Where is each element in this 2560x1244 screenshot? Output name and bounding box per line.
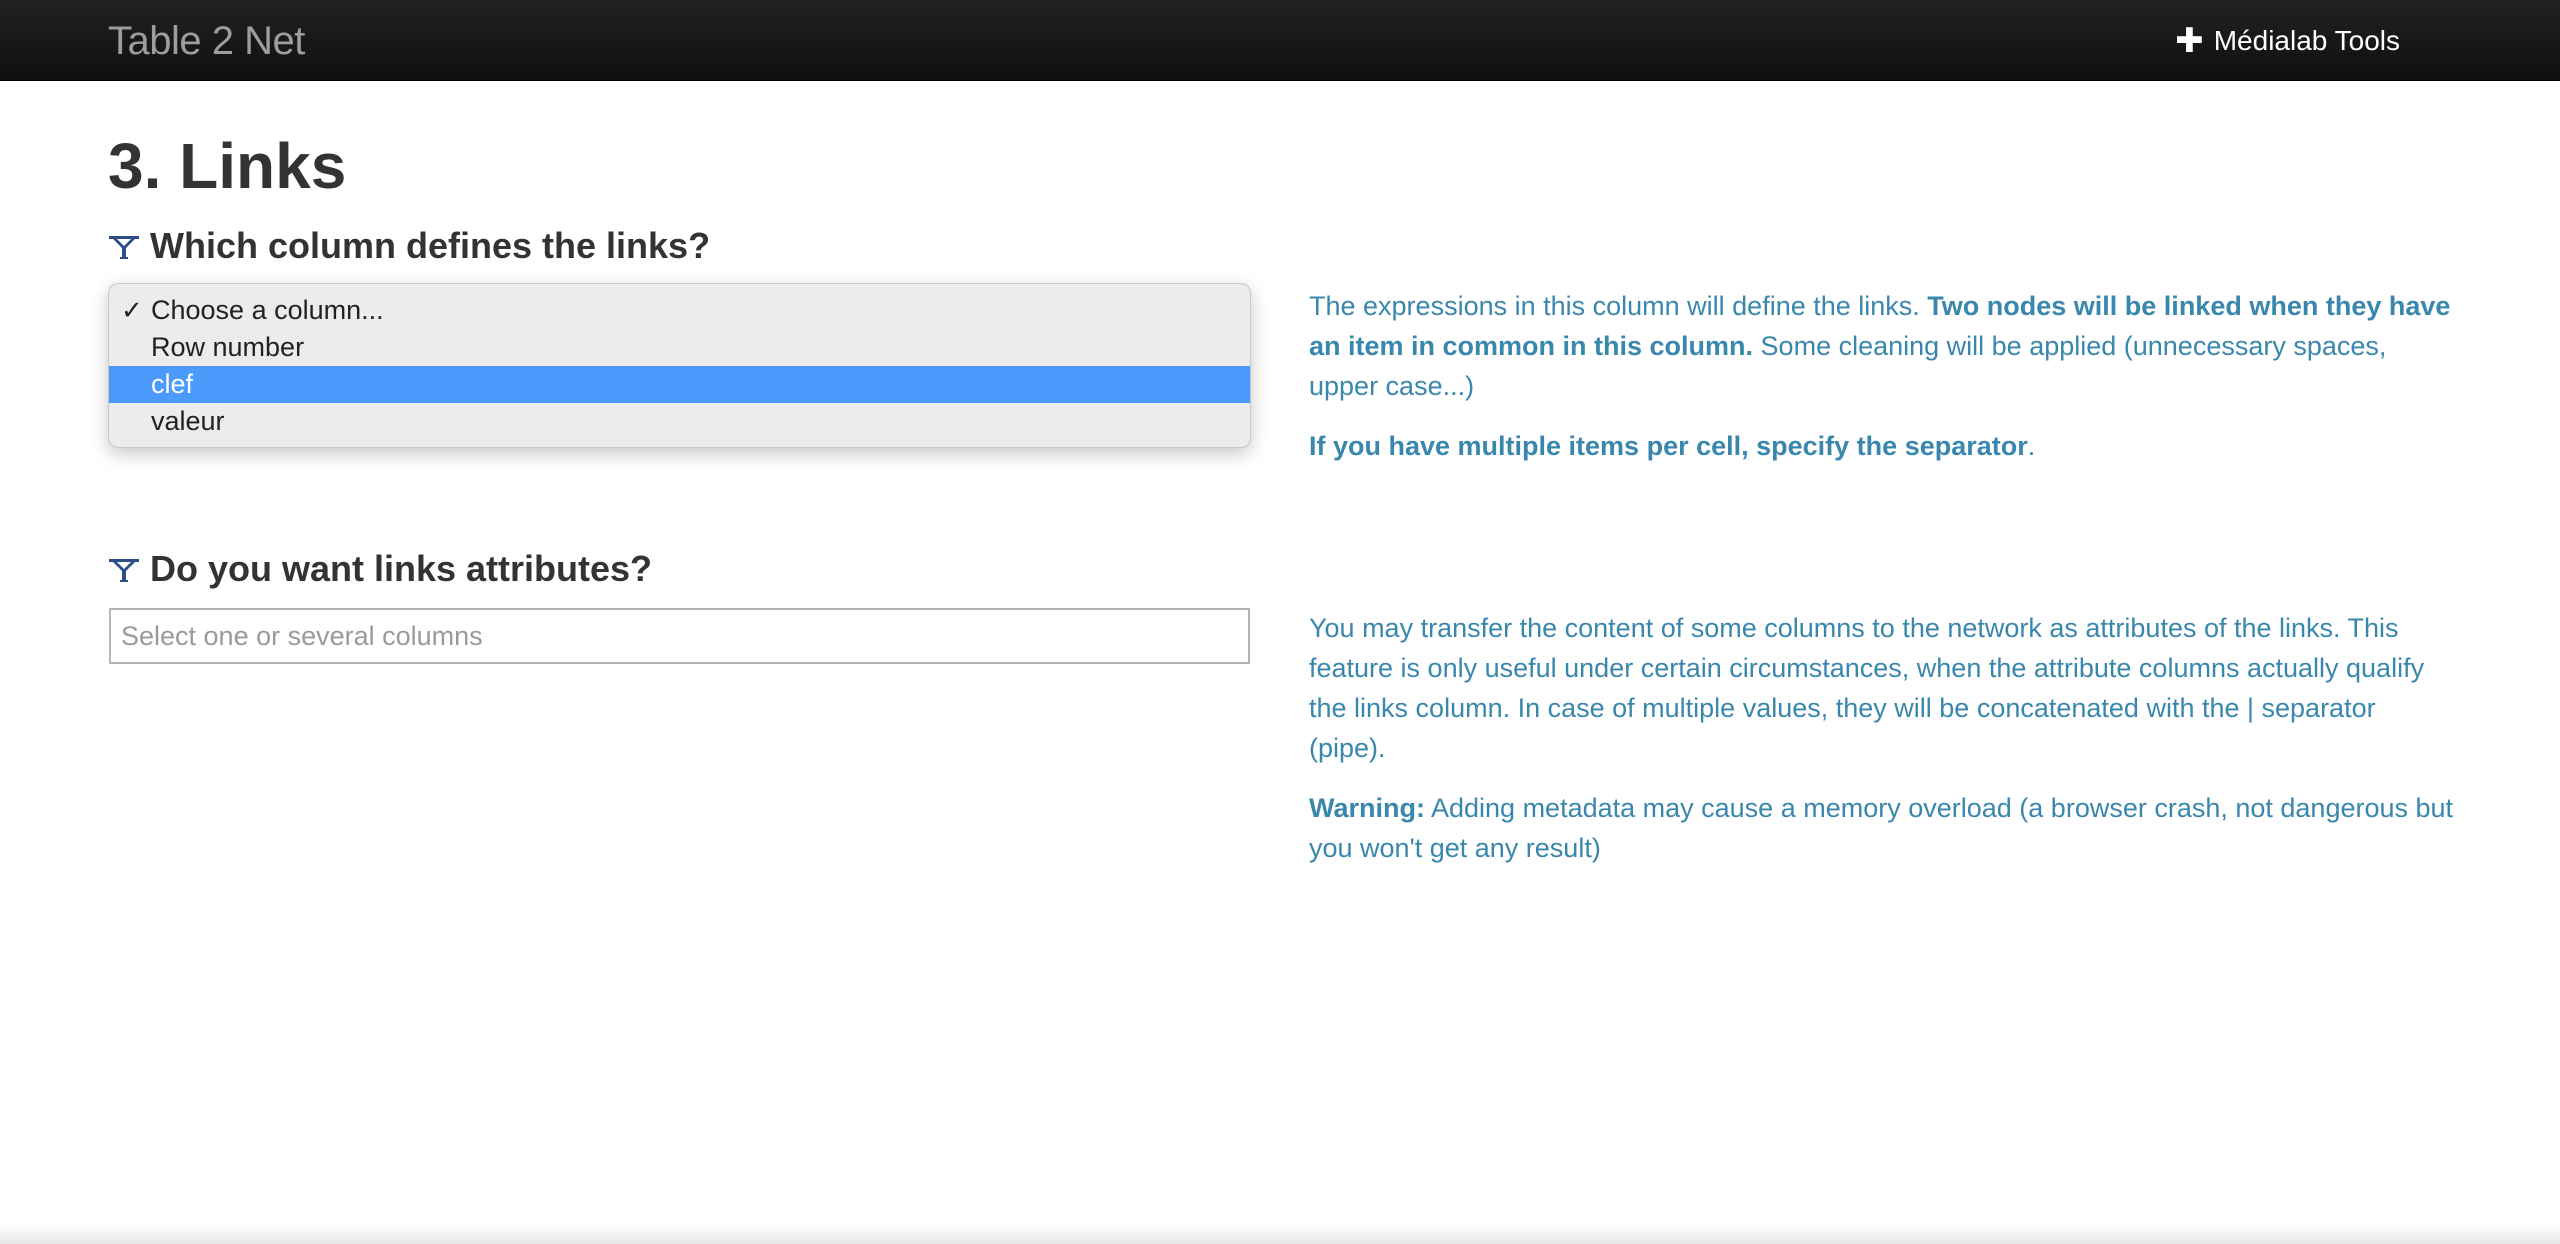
medialab-tools-menu[interactable]: ✚ Médialab Tools bbox=[2175, 22, 2400, 60]
links-attributes-warning: Warning: Adding metadata may cause a mem… bbox=[1309, 788, 2459, 868]
links-attributes-select[interactable]: Select one or several columns bbox=[109, 608, 1250, 664]
bottom-edge bbox=[0, 1224, 2560, 1244]
help-text: . bbox=[2027, 431, 2036, 461]
links-attributes-question: Do you want links attributes? bbox=[108, 547, 652, 591]
medialab-tools-label: Médialab Tools bbox=[2213, 25, 2400, 56]
links-column-question-text: Which column defines the links? bbox=[150, 225, 711, 266]
dropdown-option-valeur[interactable]: valeur bbox=[109, 403, 1250, 440]
page-title: 3. Links bbox=[108, 130, 347, 202]
links-column-question: Which column defines the links? bbox=[108, 224, 710, 268]
warning-label: Warning: bbox=[1309, 793, 1425, 823]
links-attributes-question-text: Do you want links attributes? bbox=[150, 548, 653, 589]
app-brand[interactable]: Table 2 Net bbox=[108, 18, 305, 64]
checkmark-icon: ✓ bbox=[121, 295, 143, 325]
help-text: The expressions in this column will defi… bbox=[1309, 291, 1928, 321]
links-column-dropdown[interactable]: ✓ Choose a column... Row number clef val… bbox=[108, 283, 1251, 448]
links-attributes-help-paragraph: You may transfer the content of some col… bbox=[1309, 613, 2425, 763]
warning-text: Adding metadata may cause a memory overl… bbox=[1309, 793, 2454, 863]
dropdown-option-clef[interactable]: clef bbox=[109, 366, 1250, 403]
dropdown-option-choose[interactable]: ✓ Choose a column... bbox=[109, 292, 1250, 329]
top-navbar: Table 2 Net ✚ Médialab Tools bbox=[0, 0, 2560, 81]
medialab-logo-icon bbox=[109, 559, 139, 582]
links-attributes-help: You may transfer the content of some col… bbox=[1309, 608, 2459, 888]
links-column-help: The expressions in this column will defi… bbox=[1309, 286, 2459, 486]
medialab-logo-icon bbox=[109, 236, 139, 259]
links-column-separator-note: If you have multiple items per cell, spe… bbox=[1309, 426, 2459, 466]
help-bold-text: If you have multiple items per cell, spe… bbox=[1309, 431, 2028, 461]
links-column-help-paragraph: The expressions in this column will defi… bbox=[1309, 286, 2459, 406]
plus-icon: ✚ bbox=[2175, 22, 2204, 60]
dropdown-option-row-number[interactable]: Row number bbox=[109, 329, 1250, 366]
dropdown-option-label: Choose a column... bbox=[151, 295, 384, 325]
